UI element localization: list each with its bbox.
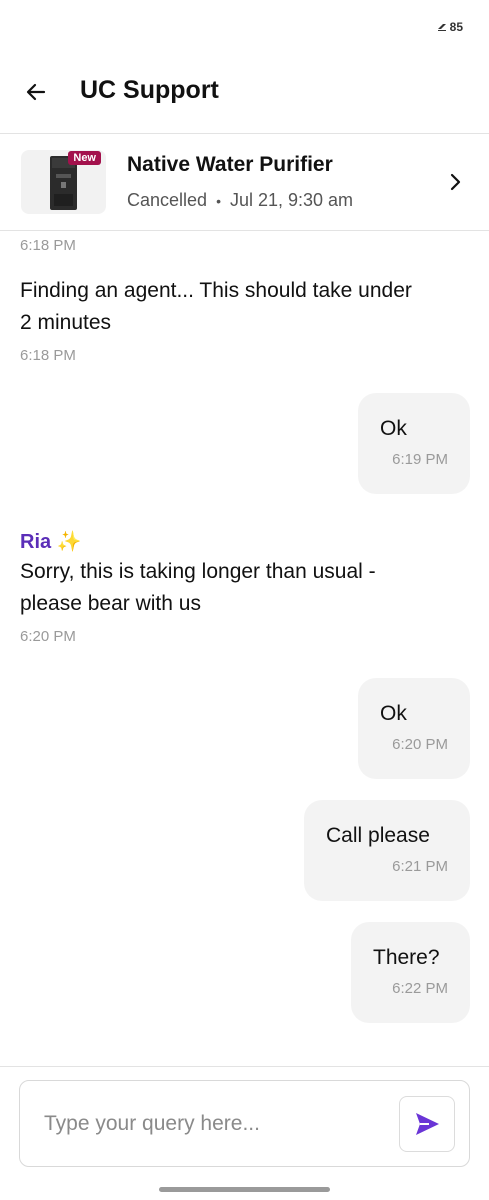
message-time: 6:20 PM xyxy=(392,736,448,753)
user-message-bubble: Call please 6:21 PM xyxy=(304,800,470,901)
message-text: Call please xyxy=(326,824,430,847)
agent-message: Ria ✨ Sorry, this is taking longer than … xyxy=(20,529,420,645)
chevron-right-icon xyxy=(450,173,461,191)
product-name: Native Water Purifier xyxy=(127,153,333,176)
agent-name: Ria ✨ xyxy=(20,531,82,553)
message-text: There? xyxy=(373,946,440,969)
battery-indicator: 85 xyxy=(437,20,463,34)
battery-icon xyxy=(437,24,446,31)
order-summary-card[interactable]: New Native Water Purifier Cancelled • Ju… xyxy=(0,134,489,231)
page-title: UC Support xyxy=(80,76,219,104)
message-time: 6:21 PM xyxy=(392,858,448,875)
send-icon xyxy=(416,1113,439,1135)
message-time: 6:22 PM xyxy=(392,980,448,997)
message-time: 6:20 PM xyxy=(20,628,76,645)
home-indicator[interactable] xyxy=(159,1187,330,1192)
product-thumbnail: New xyxy=(21,150,106,214)
order-datetime: Jul 21, 9:30 am xyxy=(229,190,354,210)
agent-message: Finding an agent... This should take und… xyxy=(20,275,420,364)
message-text: Sorry, this is taking longer than usual … xyxy=(20,560,376,615)
chat-messages[interactable]: 6:18 PM Finding an agent... This should … xyxy=(0,231,489,1067)
status-bar: 85 xyxy=(0,0,489,52)
user-message-bubble: Ok 6:20 PM xyxy=(358,678,470,779)
user-message-bubble: There? 6:22 PM xyxy=(351,922,470,1023)
message-time: 6:19 PM xyxy=(392,451,448,468)
order-meta: Cancelled • Jul 21, 9:30 am xyxy=(127,190,353,211)
message-text: Ok xyxy=(380,702,407,725)
message-time: 6:18 PM xyxy=(20,347,76,364)
arrow-left-icon xyxy=(26,83,46,101)
battery-level: 85 xyxy=(449,20,463,34)
back-button[interactable] xyxy=(18,74,54,110)
new-badge: New xyxy=(68,151,101,165)
app-header: UC Support xyxy=(0,52,489,134)
query-input[interactable] xyxy=(44,1109,384,1139)
message-text: Finding an agent... This should take und… xyxy=(20,279,412,334)
order-status: Cancelled xyxy=(127,190,208,210)
message-composer xyxy=(19,1080,470,1167)
send-button[interactable] xyxy=(399,1096,455,1152)
composer-divider xyxy=(0,1066,489,1067)
message-time: 6:18 PM xyxy=(20,237,76,254)
meta-separator: • xyxy=(216,192,221,209)
user-message-bubble: Ok 6:19 PM xyxy=(358,393,470,494)
message-text: Ok xyxy=(380,417,407,440)
